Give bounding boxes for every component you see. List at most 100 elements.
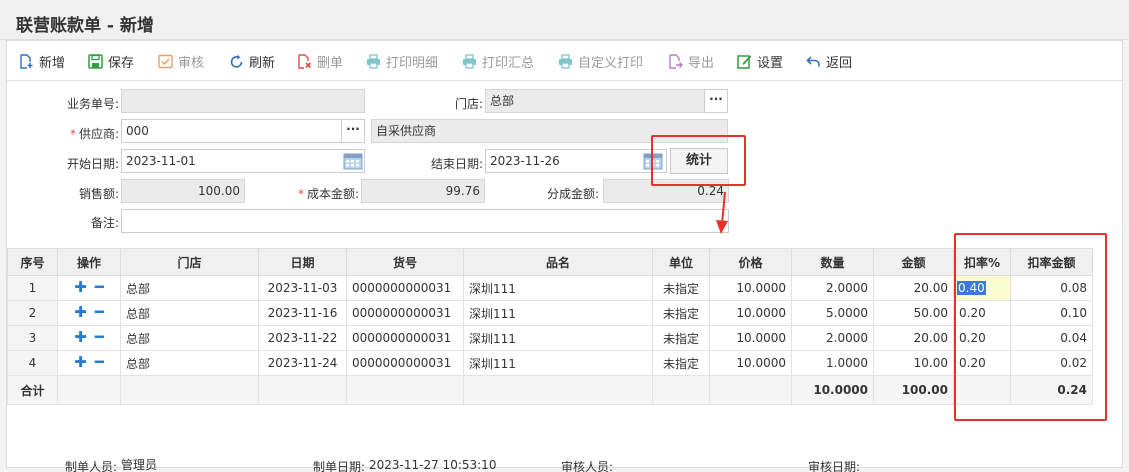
cell-price[interactable]: 10.0000 <box>709 350 792 376</box>
remove-row-icon[interactable]: ━ <box>95 305 104 320</box>
export-button[interactable]: 导出 <box>667 51 714 71</box>
cell-name[interactable]: 深圳111 <box>463 275 653 301</box>
row-number: 1 <box>7 275 58 301</box>
cell-sku[interactable]: 0000000000031 <box>346 275 464 301</box>
cell-store[interactable]: 总部 <box>120 325 259 351</box>
back-button[interactable]: 返回 <box>805 51 852 71</box>
cell-rate-amount[interactable]: 0.04 <box>1010 325 1093 351</box>
cell-qty[interactable]: 5.0000 <box>791 300 874 326</box>
supplier-lookup-button[interactable]: ··· <box>341 119 365 143</box>
cell-rate[interactable]: 0.20 <box>953 350 1011 376</box>
col-header-store[interactable]: 门店 <box>120 248 259 276</box>
cell-rate-editor[interactable]: 0.40 <box>953 275 1011 301</box>
table-row[interactable]: 2 ✚ ━ 总部 2023-11-16 0000000000031 深圳111 未… <box>7 300 1093 326</box>
supplier-label: * 供应商: <box>47 125 119 142</box>
supplier-code-input[interactable]: 000 <box>121 119 342 143</box>
print-detail-button[interactable]: 打印明细 <box>365 51 438 71</box>
cost-label: * 成本金额: <box>269 185 359 202</box>
table-row[interactable]: 1 ✚ ━ 总部 2023-11-03 0000000000031 深圳111 未… <box>7 275 1093 301</box>
total-empty <box>953 375 1011 405</box>
add-row-icon[interactable]: ✚ <box>74 280 87 295</box>
cell-unit[interactable]: 未指定 <box>652 325 710 351</box>
cell-amount[interactable]: 20.00 <box>873 325 954 351</box>
rate-selected-text[interactable]: 0.40 <box>957 281 986 295</box>
cell-sku[interactable]: 0000000000031 <box>346 300 464 326</box>
cell-amount[interactable]: 50.00 <box>873 300 954 326</box>
cell-rate-amount[interactable]: 0.10 <box>1010 300 1093 326</box>
delete-order-button[interactable]: 删单 <box>296 51 343 71</box>
save-button[interactable]: 保存 <box>87 51 134 71</box>
remove-row-icon[interactable]: ━ <box>95 330 104 345</box>
cell-sku[interactable]: 0000000000031 <box>346 325 464 351</box>
cell-rate-amount[interactable]: 0.08 <box>1010 275 1093 301</box>
total-amount: 100.00 <box>873 375 954 405</box>
cell-rate[interactable]: 0.20 <box>953 300 1011 326</box>
col-header-name[interactable]: 品名 <box>463 248 653 276</box>
print-summary-button[interactable]: 打印汇总 <box>461 51 534 71</box>
statistics-button[interactable]: 统计 <box>670 148 728 174</box>
cell-date[interactable]: 2023-11-16 <box>258 300 347 326</box>
order-no-field[interactable] <box>121 89 365 113</box>
export-icon <box>667 53 683 69</box>
calendar-icon[interactable] <box>643 151 663 171</box>
audit-button[interactable]: 审核 <box>157 51 204 71</box>
cell-price[interactable]: 10.0000 <box>709 325 792 351</box>
refresh-button[interactable]: 刷新 <box>228 51 275 71</box>
store-field[interactable]: 总部 <box>485 89 705 113</box>
cell-unit[interactable]: 未指定 <box>652 350 710 376</box>
cell-qty[interactable]: 1.0000 <box>791 350 874 376</box>
table-row[interactable]: 3 ✚ ━ 总部 2023-11-22 0000000000031 深圳111 未… <box>7 325 1093 351</box>
cell-unit[interactable]: 未指定 <box>652 275 710 301</box>
col-header-qty[interactable]: 数量 <box>791 248 874 276</box>
add-row-icon[interactable]: ✚ <box>74 330 87 345</box>
window-title: 联营账款单 - 新增 <box>16 16 154 36</box>
cell-store[interactable]: 总部 <box>120 300 259 326</box>
remark-input[interactable] <box>121 209 729 233</box>
col-header-rate-amount[interactable]: 扣率金额 <box>1010 248 1093 276</box>
cell-date[interactable]: 2023-11-24 <box>258 350 347 376</box>
calendar-icon[interactable] <box>343 151 363 171</box>
col-header-actions[interactable]: 操作 <box>57 248 121 276</box>
cell-unit[interactable]: 未指定 <box>652 300 710 326</box>
cell-amount[interactable]: 20.00 <box>873 275 954 301</box>
detail-grid: 序号 操作 门店 日期 货号 品名 单位 价格 数量 金额 扣率% 扣率金额 1… <box>7 248 1093 405</box>
cell-name[interactable]: 深圳111 <box>463 350 653 376</box>
col-header-rate[interactable]: 扣率% <box>953 248 1011 276</box>
cell-store[interactable]: 总部 <box>120 350 259 376</box>
start-date-input[interactable]: 2023-11-01 <box>121 149 365 173</box>
cell-qty[interactable]: 2.0000 <box>791 275 874 301</box>
cell-amount[interactable]: 10.00 <box>873 350 954 376</box>
cell-rate[interactable]: 0.20 <box>953 325 1011 351</box>
end-date-input[interactable]: 2023-11-26 <box>485 149 667 173</box>
table-row[interactable]: 4 ✚ ━ 总部 2023-11-24 0000000000031 深圳111 未… <box>7 350 1093 376</box>
remove-row-icon[interactable]: ━ <box>95 280 104 295</box>
cost-field: 99.76 <box>361 179 485 203</box>
cell-name[interactable]: 深圳111 <box>463 300 653 326</box>
cell-date[interactable]: 2023-11-03 <box>258 275 347 301</box>
cell-qty[interactable]: 2.0000 <box>791 325 874 351</box>
cell-price[interactable]: 10.0000 <box>709 275 792 301</box>
col-header-no[interactable]: 序号 <box>7 248 58 276</box>
footer: 制单人员: 管理员 制单日期: 2023-11-27 10:53:10 审核人员… <box>7 446 1122 472</box>
col-header-date[interactable]: 日期 <box>258 248 347 276</box>
save-icon <box>87 53 103 69</box>
col-header-unit[interactable]: 单位 <box>652 248 710 276</box>
custom-print-button[interactable]: 自定义打印 <box>557 51 643 71</box>
cell-rate-amount[interactable]: 0.02 <box>1010 350 1093 376</box>
cell-store[interactable]: 总部 <box>120 275 259 301</box>
remove-row-icon[interactable]: ━ <box>95 355 104 370</box>
cell-date[interactable]: 2023-11-22 <box>258 325 347 351</box>
cell-sku[interactable]: 0000000000031 <box>346 350 464 376</box>
print-detail-label: 打印明细 <box>386 55 439 71</box>
add-row-icon[interactable]: ✚ <box>74 305 87 320</box>
add-row-icon[interactable]: ✚ <box>74 355 87 370</box>
col-header-amount[interactable]: 金额 <box>873 248 954 276</box>
store-lookup-button[interactable]: ··· <box>704 89 728 113</box>
total-empty <box>652 375 710 405</box>
cell-price[interactable]: 10.0000 <box>709 300 792 326</box>
settings-button[interactable]: 设置 <box>736 51 783 71</box>
cell-name[interactable]: 深圳111 <box>463 325 653 351</box>
add-button[interactable]: 新增 <box>18 51 65 71</box>
col-header-price[interactable]: 价格 <box>709 248 792 276</box>
col-header-sku[interactable]: 货号 <box>346 248 464 276</box>
